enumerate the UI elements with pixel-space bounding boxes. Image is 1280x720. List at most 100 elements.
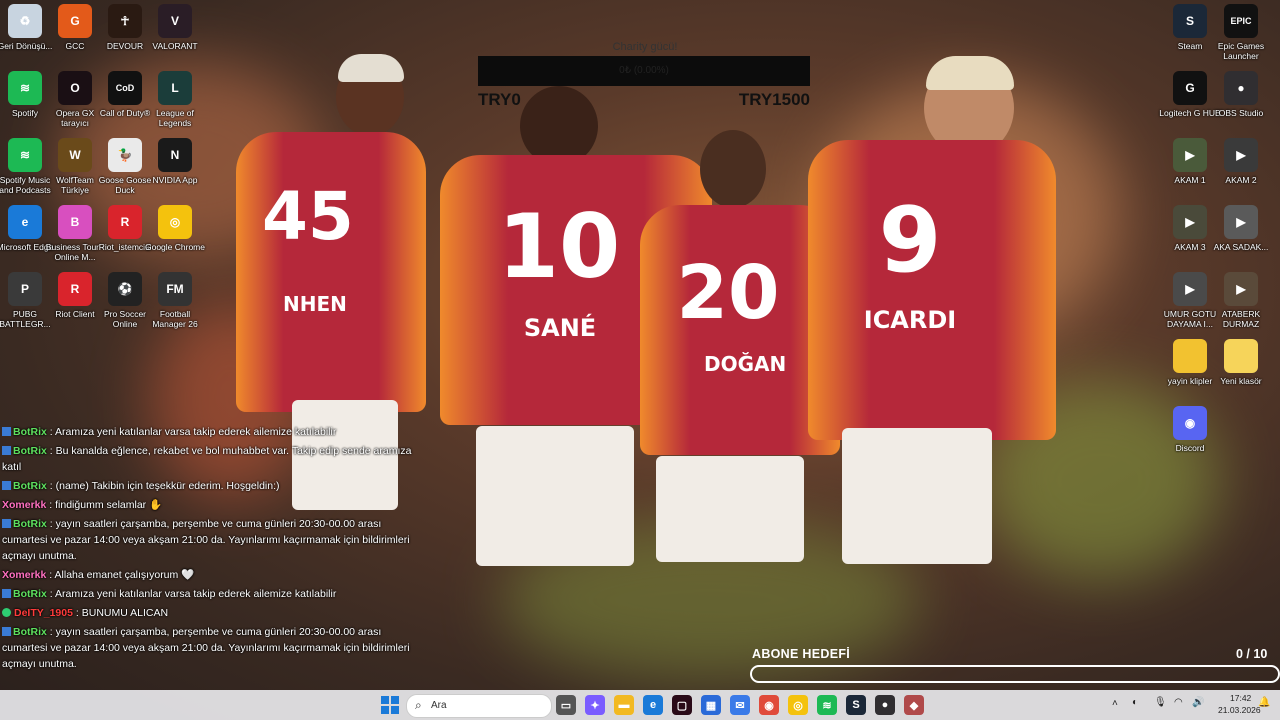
sub-goal-title: ABONE HEDEFİ <box>752 647 851 661</box>
bot-badge-icon <box>2 589 11 598</box>
video-file-icon: ▶ <box>1224 205 1258 239</box>
goal-max: TRY1500 <box>738 90 810 109</box>
mod-badge-icon <box>2 608 11 617</box>
nvidia-icon: N <box>158 138 192 172</box>
task-view-icon[interactable]: ▭ <box>556 695 576 715</box>
desktop-icon[interactable]: ◎ Google Chrome <box>142 205 208 252</box>
valorant-icon: V <box>158 4 192 38</box>
chat-text: Bu kanalda eğlence, rekabet ve bol muhab… <box>2 445 412 473</box>
spotify-icon: ≋ <box>8 138 42 172</box>
chat-username: BotRix <box>13 426 47 438</box>
terminal-icon[interactable]: ▢ <box>672 695 692 715</box>
steam-icon[interactable]: S <box>846 695 866 715</box>
video-file-icon: ▶ <box>1173 272 1207 306</box>
player-number: 20 <box>676 250 780 336</box>
desktop-icon[interactable]: L League of Legends <box>142 71 208 128</box>
desktop-icon[interactable]: Yeni klasör <box>1208 339 1274 386</box>
wifi-icon[interactable]: ◠ <box>1174 697 1183 708</box>
chat-username: BotRix <box>13 588 47 600</box>
chat-message: Xomerkk : Allaha emanet çalışıyorum 🤍 <box>2 567 412 583</box>
desktop-icon[interactable]: ▶ AKA SADAK... <box>1208 205 1274 252</box>
video-file-icon: ▶ <box>1173 205 1207 239</box>
video-file-icon: ▶ <box>1224 272 1258 306</box>
obs-icon[interactable]: ● <box>875 695 895 715</box>
desktop-icon[interactable]: N NVIDIA App <box>142 138 208 185</box>
business-tour-icon: B <box>58 205 92 239</box>
desktop-icon[interactable]: EPIC Epic Games Launcher <box>1208 4 1274 61</box>
desktop-icon[interactable]: ▶ AKAM 2 <box>1208 138 1274 185</box>
file-explorer-icon[interactable]: ▬ <box>614 695 634 715</box>
network-icon[interactable]: ◐ <box>1132 697 1138 708</box>
desktop-icon-label: League of Legends <box>156 108 194 128</box>
desktop-icon-label: ATABERK DURMAZ <box>1221 309 1261 329</box>
chat-username: BotRix <box>13 518 47 530</box>
chat-message: BotRix : (name) Takibin için teşekkür ed… <box>2 478 412 494</box>
search-input[interactable]: ⌕ Ara <box>406 694 552 718</box>
copilot-icon[interactable]: ✦ <box>585 695 605 715</box>
chat-separator: : <box>46 445 56 457</box>
folder-icon <box>1224 339 1258 373</box>
player-name: ICARDI <box>863 306 957 334</box>
pro-soccer-icon: ⚽ <box>108 272 142 306</box>
desktop-icon[interactable]: V VALORANT <box>142 4 208 51</box>
microphone-icon[interactable]: 🎙 <box>1154 697 1167 708</box>
chat-text: Aramıza yeni katılanlar varsa takip eder… <box>55 588 337 600</box>
desktop-icon[interactable]: ◉ Discord <box>1157 406 1223 453</box>
player-name: DOĞAN <box>704 352 787 376</box>
mail-icon[interactable]: ✉ <box>730 695 750 715</box>
chrome-icon[interactable]: ◉ <box>759 695 779 715</box>
chat-message: BotRix : yayın saatleri çarşamba, perşem… <box>2 516 412 564</box>
spotify-icon: ≋ <box>8 71 42 105</box>
goose-goose-duck-icon: 🦆 <box>108 138 142 172</box>
chat-separator: : <box>46 480 56 492</box>
chat-separator: : <box>46 569 55 581</box>
start-button[interactable] <box>380 695 400 715</box>
volume-icon[interactable]: 🔊 <box>1192 697 1204 708</box>
bot-badge-icon <box>2 446 11 455</box>
obs-icon: ● <box>1224 71 1258 105</box>
sub-goal-progress-bar <box>750 665 1280 683</box>
chat-username: BotRix <box>13 480 47 492</box>
player-number: 9 <box>878 188 942 293</box>
bot-badge-icon <box>2 481 11 490</box>
goal-value: 0₺ (0.00%) <box>619 65 669 76</box>
chat-separator: : <box>72 607 82 619</box>
chat-text: yayın saatleri çarşamba, perşembe ve cum… <box>2 518 410 562</box>
wolfteam-icon: W <box>58 138 92 172</box>
windows-icon <box>381 696 399 714</box>
desktop-icon-label: Epic Games Launcher <box>1217 41 1265 61</box>
clock-time[interactable]: 17:42 <box>1230 693 1251 703</box>
chat-separator: : <box>46 588 56 600</box>
game-icon[interactable]: ◆ <box>904 695 924 715</box>
desktop-icon[interactable]: FM Football Manager 26 <box>142 272 208 329</box>
chevron-up-icon[interactable]: ˄ <box>1112 698 1118 709</box>
chat-text: BUNUMU ALICAN <box>81 607 169 619</box>
video-file-icon: ▶ <box>1173 138 1207 172</box>
chat-message: BotRix : yayın saatleri çarşamba, perşem… <box>2 624 412 672</box>
chat-separator: : <box>46 626 56 638</box>
desktop-icon[interactable]: ▶ ATABERK DURMAZ <box>1208 272 1274 329</box>
folder-icon <box>1173 339 1207 373</box>
desktop-icon-label: OBS Studio <box>1218 108 1264 118</box>
edge-icon[interactable]: e <box>643 695 663 715</box>
desktop-icon[interactable]: ● OBS Studio <box>1208 71 1274 118</box>
goal-min: TRY0 <box>478 90 521 109</box>
chat-text: Allaha emanet çalışıyorum 🤍 <box>54 569 195 581</box>
notification-icon[interactable]: 🔔 <box>1258 697 1270 708</box>
chrome-icon[interactable]: ◎ <box>788 695 808 715</box>
chat-separator: : <box>46 426 56 438</box>
desktop-icon-label: NVIDIA App <box>152 175 198 185</box>
store-icon[interactable]: ▦ <box>701 695 721 715</box>
chat-overlay: BotRix : Aramıza yeni katılanlar varsa t… <box>2 424 412 675</box>
sub-goal-count: 0 / 10 <box>1236 647 1268 661</box>
spotify-icon[interactable]: ≋ <box>817 695 837 715</box>
chat-username: BotRix <box>13 445 47 457</box>
goal-title: Charity gücü! <box>612 41 678 53</box>
desktop-icon-label: Google Chrome <box>144 242 205 252</box>
edge-icon: e <box>8 205 42 239</box>
search-placeholder: Ara <box>431 700 447 711</box>
chat-message: Xomerkk : findiğumm selamlar ✋ <box>2 497 412 513</box>
desktop-icon-label: Yeni klasör <box>1220 376 1262 386</box>
chat-username: Xomerkk <box>2 569 47 581</box>
clock-date[interactable]: 21.03.2026 <box>1218 705 1261 715</box>
